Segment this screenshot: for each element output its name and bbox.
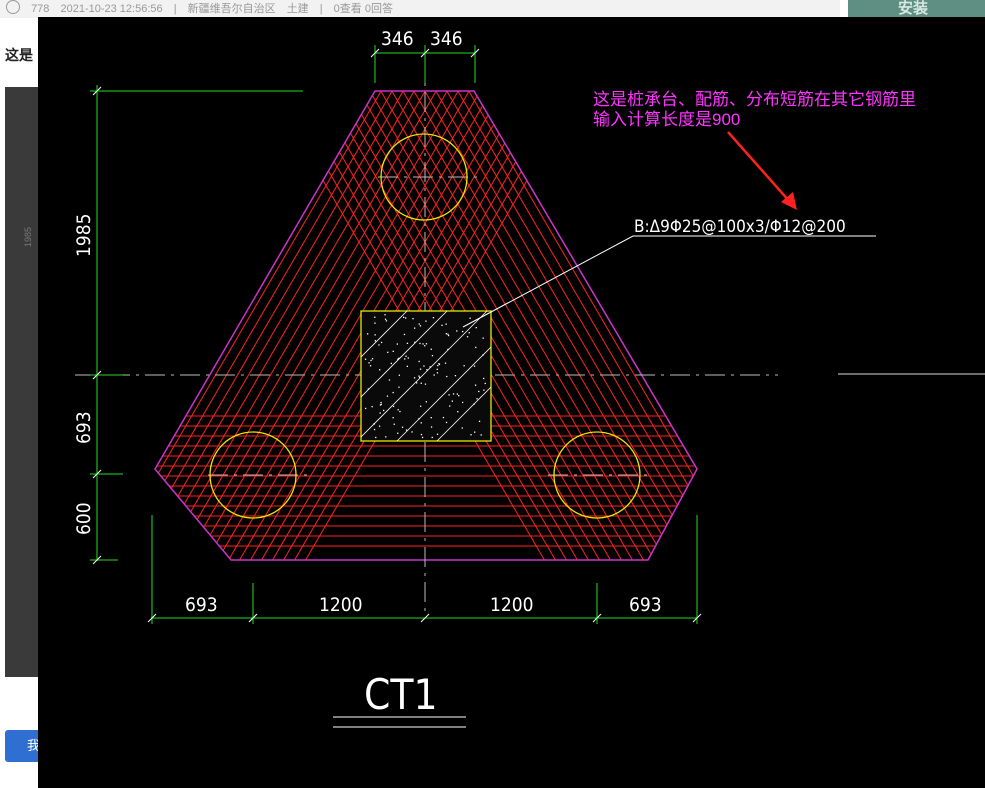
image-viewer[interactable]: 346 346 1985 693 600 693 1200 1200 693 B… [38, 17, 985, 788]
side-banner: 安装 [848, 0, 985, 17]
dim-bottom-1200-left: 1200 [319, 594, 363, 616]
dim-left-693: 693 [73, 411, 95, 444]
post-image-thumbnail[interactable]: 1985 · 693 · 600 [5, 87, 38, 677]
thumbnail-ticks: 1985 · 693 · 600 [23, 226, 38, 247]
annotation-arrow [727, 131, 797, 210]
drawing-title: CT1 [364, 670, 438, 719]
comment-icon [6, 0, 20, 14]
dim-top-left: 346 [381, 28, 414, 50]
annotation-line-1: 这是桩承台、配筋、分布短筋在其它钢筋里 [593, 90, 916, 109]
dim-bottom-1200-right: 1200 [490, 594, 534, 616]
post-stats: 0查看 0回答 [333, 3, 393, 15]
dim-bottom-693-left: 693 [185, 594, 218, 616]
dim-bottom-693-right: 693 [629, 594, 662, 616]
dim-left-600: 600 [73, 502, 95, 535]
view-count: 778 [31, 3, 50, 15]
post-datetime: 2021-10-23 12:56:56 [60, 3, 163, 15]
column [360, 310, 492, 442]
post-title: 这是 [5, 47, 33, 63]
dim-left-1985: 1985 [73, 214, 95, 258]
post-meta-bar: 778 2021-10-23 12:56:56 | 新疆维吾尔自治区 土建 | … [0, 0, 840, 18]
annotation-line-2: 输入计算长度是900 [593, 110, 740, 129]
rebar-label: B:Δ9Φ25@100x3/Φ12@200 [634, 217, 846, 237]
post-category: 土建 [286, 3, 309, 15]
dim-top-right: 346 [430, 28, 463, 50]
post-location: 新疆维吾尔自治区 [187, 3, 276, 15]
answer-button[interactable]: 我 [5, 730, 39, 762]
cad-drawing: 346 346 1985 693 600 693 1200 1200 693 B… [73, 28, 985, 728]
